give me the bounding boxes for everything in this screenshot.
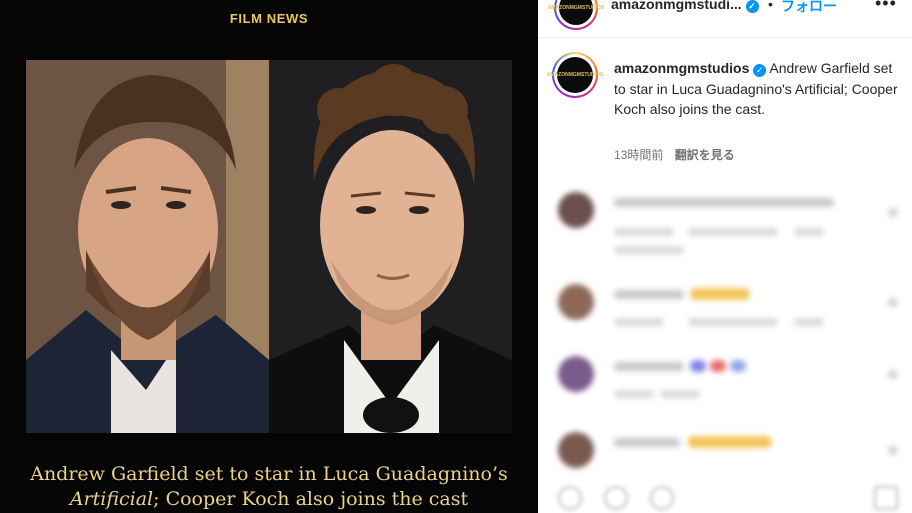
header-username-link[interactable]: amazonmgmstudi... [611, 0, 742, 12]
avatar [558, 356, 594, 392]
like-icon[interactable] [888, 298, 898, 307]
bookmark-icon[interactable] [874, 486, 898, 510]
headline-part-2: ; Cooper Koch also joins the cast [153, 488, 469, 510]
comments-list [538, 180, 912, 513]
caption-verified-badge-icon: ✓ [753, 64, 767, 77]
headline-part-1: Andrew Garfield set to star in Luca Guad… [30, 463, 508, 485]
comment-icon[interactable] [604, 486, 628, 510]
post-caption: amazonmgmstudios ✓ Andrew Garfield set t… [614, 58, 900, 120]
post-header: AMAZON MGM STUDIOS amazonmgmstudi... ✓ • フ… [538, 0, 912, 38]
headline-italic-title: Artificial [69, 488, 154, 510]
caption-time[interactable]: 13時間前 [614, 148, 663, 162]
share-icon[interactable] [650, 486, 674, 510]
header-username[interactable]: amazonmgmstudi... ✓ [611, 0, 759, 13]
see-translation-link[interactable]: 翻訳を見る [675, 148, 735, 162]
like-icon[interactable] [888, 446, 898, 455]
caption-username[interactable]: amazonmgmstudios [614, 60, 749, 76]
photo-collage [26, 60, 512, 433]
like-icon[interactable] [888, 370, 898, 379]
follow-button[interactable]: フォロー [781, 0, 837, 16]
like-icon[interactable] [888, 208, 898, 217]
action-bar [538, 480, 912, 513]
media-headline: Andrew Garfield set to star in Luca Guad… [0, 462, 538, 512]
verified-badge-icon: ✓ [745, 0, 759, 13]
heart-icon[interactable] [558, 486, 582, 510]
more-options-icon[interactable]: ••• [875, 0, 897, 14]
caption-studio-logo: AMAZON MGM STUDIOS [547, 57, 603, 93]
header-avatar[interactable]: AMAZON MGM STUDIOS [548, 0, 604, 30]
media-kicker: FILM NEWS [229, 11, 309, 26]
avatar [558, 284, 594, 320]
caption-meta: 13時間前 翻訳を見る [614, 146, 735, 163]
instagram-post-view: FILM NEWS Andrew Garfield set to star in… [0, 0, 912, 513]
caption-avatar[interactable]: AMAZON MGM STUDIOS [547, 52, 603, 98]
portrait-left-image [26, 60, 269, 433]
header-separator: • [768, 0, 773, 12]
post-media[interactable]: FILM NEWS Andrew Garfield set to star in… [0, 0, 538, 513]
post-side-panel: AMAZON MGM STUDIOS amazonmgmstudi... ✓ • フ… [538, 0, 912, 513]
portrait-right-image [269, 60, 512, 433]
avatar [558, 432, 594, 468]
avatar [558, 192, 594, 228]
